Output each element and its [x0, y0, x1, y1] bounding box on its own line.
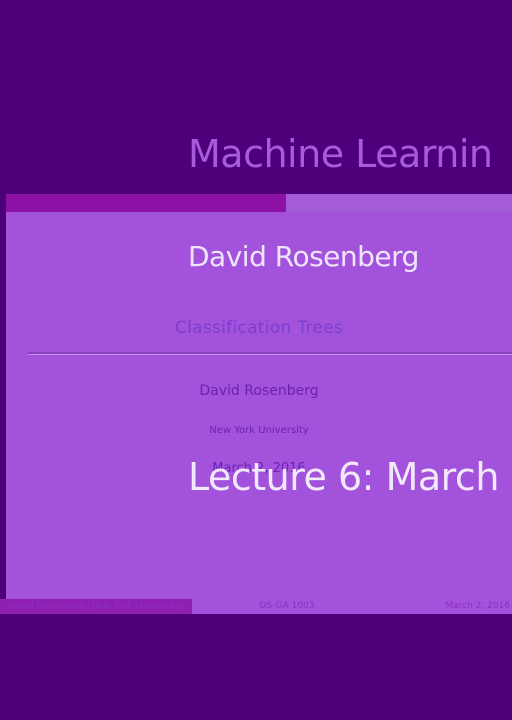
overlay-lecture: Lecture 6: March — [188, 455, 499, 499]
footer-date: March 2, 2016 — [382, 599, 512, 614]
slide-institution: New York University — [209, 425, 309, 436]
slide-author: David Rosenberg — [199, 383, 319, 399]
footer-author: David Rosenberg (New York University) — [0, 599, 192, 614]
overlay-title: Machine Learnin — [188, 132, 493, 176]
slide-title: Classification Trees — [174, 318, 344, 338]
top-bar-dark-segment — [6, 194, 286, 212]
footer-course: DS-GA 1003 — [192, 599, 382, 614]
slide-top-bar — [6, 194, 512, 212]
title-divider — [28, 352, 512, 355]
slide-footer: David Rosenberg (New York University) DS… — [0, 599, 512, 614]
overlay-name: David Rosenberg — [188, 240, 419, 273]
top-bar-light-segment — [286, 194, 512, 212]
